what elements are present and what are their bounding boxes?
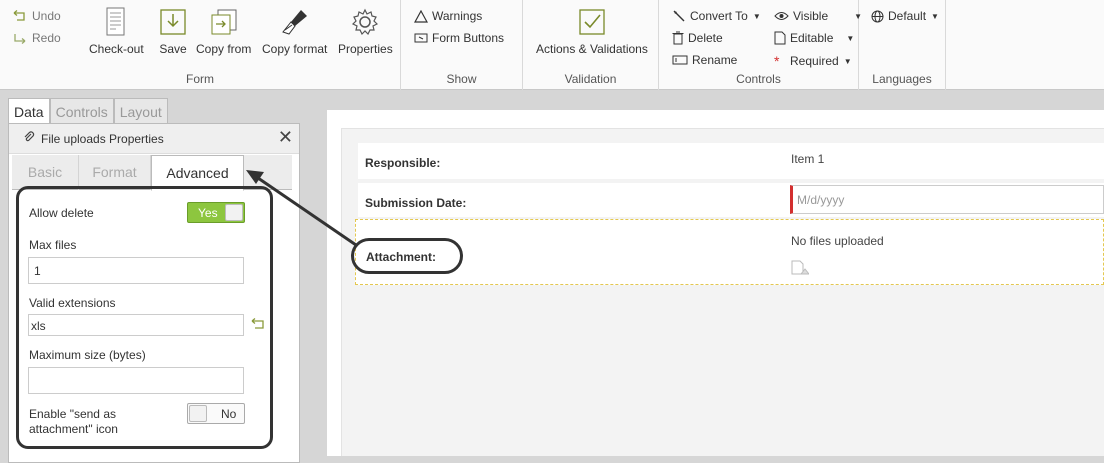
annotation-arrow — [246, 170, 357, 247]
